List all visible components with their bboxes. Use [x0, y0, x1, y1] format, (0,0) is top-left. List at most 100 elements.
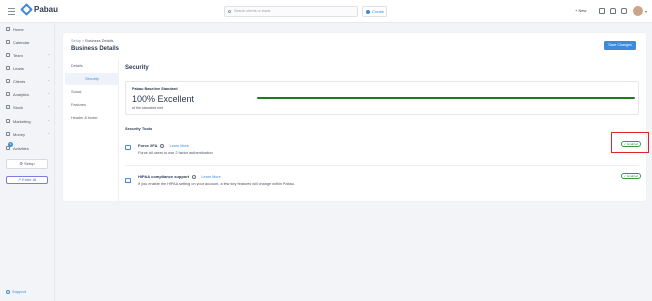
standard-subtitle: of the standard met	[132, 106, 163, 110]
highlight-box	[611, 132, 649, 153]
chevron-down-icon: ⌄	[47, 78, 50, 82]
chevron-down-icon: ⌄	[47, 131, 50, 135]
bell-icon[interactable]	[610, 8, 616, 14]
breadcrumb-separator: >	[82, 39, 85, 43]
tool-name: Force 2FA Learn More	[138, 143, 189, 148]
sidebar-item-label: Team	[13, 52, 23, 58]
sidebar-item-label: Activities	[13, 145, 29, 151]
avatar[interactable]	[633, 6, 643, 16]
chevron-down-icon: ⌄	[47, 104, 50, 108]
plus-circle-icon	[366, 9, 370, 14]
learn-more-link[interactable]: Learn More	[201, 175, 220, 179]
page-title: Business Details	[71, 46, 120, 52]
sidebar-item-label: Stock	[13, 104, 24, 110]
business-details-card: Setup > Business Details Business Detail…	[63, 33, 646, 201]
section-title: Security	[125, 65, 149, 71]
progress-fill	[257, 97, 635, 99]
enter-ai-button[interactable]: ↗ Enter AI	[6, 176, 48, 184]
help-icon	[6, 289, 10, 294]
chevron-down-icon: ⌄	[47, 65, 50, 69]
sparkle-icon: ↗	[17, 177, 21, 182]
tool-row-force-2fa: Force 2FA Learn More Force all users to …	[125, 137, 641, 167]
tab-social[interactable]: Social	[65, 86, 119, 98]
support-link[interactable]: Support	[6, 289, 26, 294]
standard-score: 100% Excellent	[132, 94, 195, 104]
marketing-icon	[6, 119, 10, 123]
calendar-icon[interactable]	[599, 8, 605, 14]
security-tools-title: Security Tools	[125, 126, 153, 131]
breadcrumb-setup[interactable]: Setup	[71, 39, 81, 43]
tool-row-hipaa: HIPAA compliance support Learn More If y…	[125, 165, 641, 195]
tab-details[interactable]: Details	[65, 60, 119, 72]
search-input[interactable]: Search clients or leads	[224, 6, 358, 17]
hipaa-toggle[interactable]: ✓ Enabled	[621, 173, 641, 179]
sidebar-item-marketing[interactable]: Marketing ⌄	[6, 117, 52, 125]
sidebar-item-leads[interactable]: Leads ⌄	[6, 64, 52, 72]
learn-more-link[interactable]: Learn More	[169, 144, 188, 148]
home-icon	[6, 27, 10, 31]
chevron-down-icon[interactable]: ▾	[645, 9, 647, 14]
search-icon	[228, 10, 231, 13]
info-icon[interactable]	[192, 174, 197, 179]
analytics-icon	[6, 92, 10, 96]
sidebar-item-calendar[interactable]: Calendar	[6, 38, 52, 46]
standard-progress-bar	[257, 97, 635, 99]
chevron-down-icon: ⌄	[47, 118, 50, 122]
new-button[interactable]: + New	[575, 8, 586, 13]
create-label: Create	[372, 9, 385, 14]
activities-badge: 9	[8, 142, 13, 147]
enter-ai-label: Enter AI	[22, 177, 37, 182]
search-placeholder: Search clients or leads	[234, 9, 271, 13]
info-icon[interactable]	[160, 143, 165, 148]
tool-name-text: HIPAA compliance support	[138, 174, 190, 179]
sidebar-item-stock[interactable]: Stock ⌄	[6, 103, 52, 111]
tool-name: HIPAA compliance support Learn More	[138, 174, 221, 179]
sidebar-item-label: Analytics	[13, 91, 30, 97]
clients-icon	[6, 79, 10, 83]
sidebar-item-label: Home	[13, 26, 24, 32]
tab-header-footer[interactable]: Header & footer	[65, 112, 119, 124]
sidebar-item-team[interactable]: Team ⌄	[6, 51, 52, 59]
sidebar-item-label: Clients	[13, 78, 26, 84]
sidebar-item-label: Calendar	[13, 39, 30, 45]
sidebar-item-label: Marketing	[13, 118, 31, 124]
setup-button[interactable]: ⚙ Setup	[6, 159, 48, 169]
sidebar-item-analytics[interactable]: Analytics ⌄	[6, 90, 52, 98]
breadcrumb-current: Business Details	[85, 39, 114, 43]
tool-description: If you enable the HIPAA setting on your …	[138, 182, 295, 186]
lock-icon	[125, 178, 131, 183]
top-bar: Pabau Search clients or leads Create + N…	[0, 0, 652, 23]
sidebar-item-clients[interactable]: Clients ⌄	[6, 77, 52, 85]
support-label: Support	[12, 289, 27, 294]
breadcrumb: Setup > Business Details	[71, 39, 113, 43]
team-icon	[6, 53, 10, 57]
tool-description: Force all users to use 2 factor authenti…	[138, 151, 213, 155]
tool-name-text: Force 2FA	[138, 143, 158, 148]
stock-icon	[6, 105, 10, 109]
sidebar: Home Calendar Team ⌄ Leads ⌄ Clients ⌄ A…	[0, 23, 55, 301]
chevron-down-icon: ⌄	[47, 91, 50, 95]
sidebar-item-home[interactable]: Home	[6, 25, 52, 33]
calendar-icon	[6, 40, 10, 44]
chevron-down-icon: ⌄	[47, 52, 50, 56]
chat-icon[interactable]	[621, 8, 627, 14]
pabau-logo-icon	[20, 3, 33, 16]
sidebar-item-label: Money	[13, 131, 26, 137]
standard-title: Pabau Baseline Standard	[132, 87, 178, 91]
gear-icon: ⚙	[19, 161, 23, 166]
baseline-standard-card: Pabau Baseline Standard 100% Excellent o…	[125, 81, 639, 115]
settings-subnav: Details Security Social Features Header …	[65, 60, 119, 201]
tab-features[interactable]: Features	[65, 99, 119, 111]
tab-security[interactable]: Security	[65, 73, 119, 85]
app-logo[interactable]: Pabau	[20, 3, 59, 16]
save-changes-button[interactable]: Save Changes	[604, 41, 636, 50]
setup-label: Setup	[24, 161, 35, 166]
money-icon	[6, 132, 10, 136]
create-button[interactable]: Create	[362, 6, 387, 17]
sidebar-item-money[interactable]: Money ⌄	[6, 130, 52, 138]
sidebar-item-label: Leads	[13, 65, 24, 71]
menu-icon[interactable]	[8, 8, 15, 15]
phone-icon	[125, 145, 131, 150]
app-name: Pabau	[34, 5, 59, 14]
leads-icon	[6, 66, 10, 70]
